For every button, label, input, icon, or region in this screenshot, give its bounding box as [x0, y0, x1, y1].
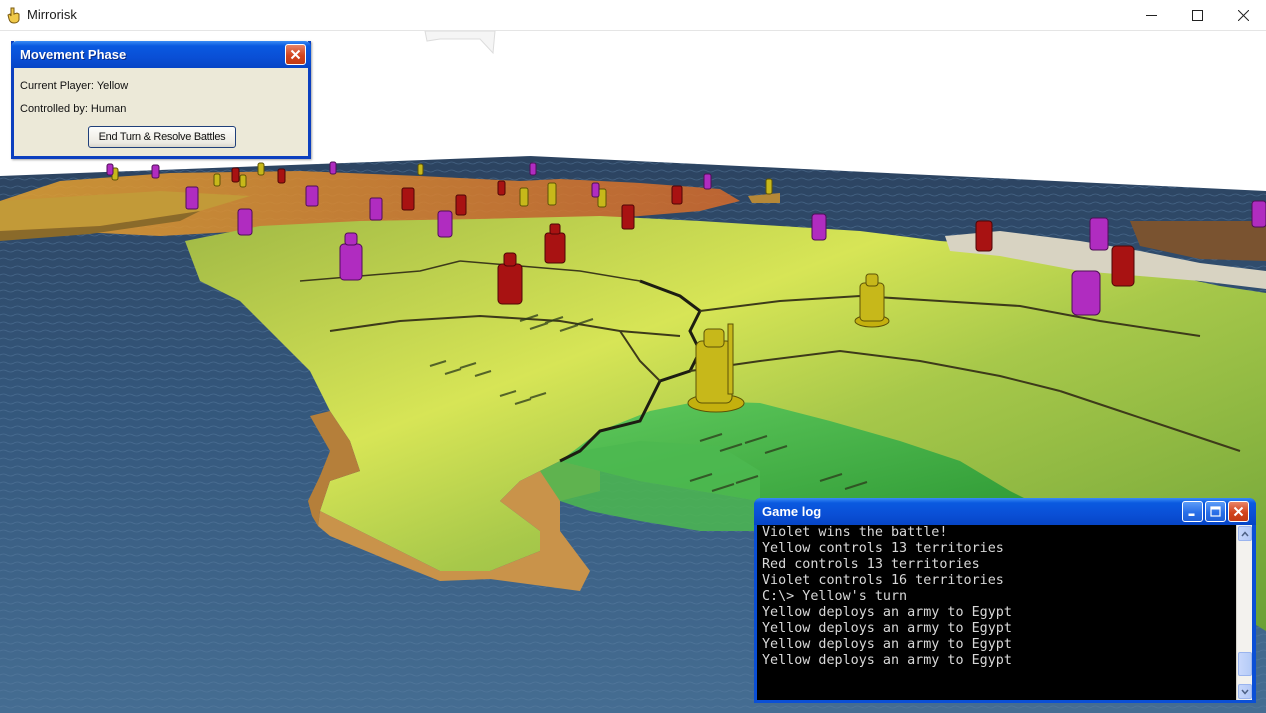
- close-button[interactable]: [1220, 0, 1266, 30]
- log-scrollbar[interactable]: [1236, 525, 1252, 700]
- log-line: Yellow deploys an army to Egypt: [762, 621, 1012, 636]
- log-lines: Violet wins the battle! Yellow controls 1…: [762, 525, 1232, 669]
- log-line: Yellow controls 13 territories: [762, 541, 1004, 556]
- current-player-label: Current Player: Yellow: [20, 80, 129, 92]
- scroll-down-button[interactable]: [1238, 684, 1252, 699]
- game-log-console[interactable]: Violet wins the battle! Yellow controls 1…: [757, 525, 1252, 700]
- game-log-window: Game log Violet wins the battle! Yellow c…: [754, 498, 1256, 703]
- minimize-button[interactable]: [1128, 0, 1174, 30]
- log-line: Yellow deploys an army to Egypt: [762, 637, 1012, 652]
- movement-phase-panel: Movement Phase Current Player: Yellow Co…: [11, 41, 311, 159]
- window-titlebar[interactable]: Mirrorisk: [0, 0, 1266, 31]
- scroll-thumb[interactable]: [1238, 652, 1252, 677]
- controlled-by-label: Controlled by: Human: [20, 103, 127, 115]
- log-line: Yellow deploys an army to Egypt: [762, 653, 1012, 668]
- phase-panel-title: Movement Phase: [20, 47, 127, 62]
- game-log-titlebar[interactable]: Game log: [754, 498, 1256, 525]
- chevron-up-icon: [1241, 530, 1249, 536]
- log-close-button[interactable]: [1228, 501, 1249, 522]
- log-line: Red controls 13 territories: [762, 557, 980, 572]
- log-maximize-button[interactable]: [1205, 501, 1226, 522]
- scroll-up-button[interactable]: [1238, 526, 1252, 541]
- close-icon: [1237, 9, 1249, 21]
- log-line: Violet wins the battle!: [762, 525, 948, 540]
- end-turn-button[interactable]: End Turn & Resolve Battles: [88, 126, 236, 148]
- maximize-icon: [1191, 9, 1203, 21]
- window-title: Mirrorisk: [27, 7, 77, 22]
- log-line: Yellow deploys an army to Egypt: [762, 605, 1012, 620]
- minimize-icon: [1145, 14, 1157, 16]
- close-icon: [1233, 506, 1244, 517]
- maximize-icon: [1210, 506, 1221, 517]
- log-line: Violet controls 16 territories: [762, 573, 1004, 588]
- maximize-button[interactable]: [1174, 0, 1220, 30]
- game-log-title: Game log: [762, 504, 822, 519]
- log-line: C:\> Yellow's turn: [762, 589, 908, 604]
- phase-panel-close-button[interactable]: [285, 44, 306, 65]
- minimize-icon: [1188, 513, 1195, 516]
- phase-panel-titlebar[interactable]: Movement Phase: [11, 41, 311, 68]
- close-icon: [290, 49, 301, 60]
- hand-icon: [7, 7, 20, 24]
- chevron-down-icon: [1241, 689, 1249, 695]
- log-minimize-button[interactable]: [1182, 501, 1203, 522]
